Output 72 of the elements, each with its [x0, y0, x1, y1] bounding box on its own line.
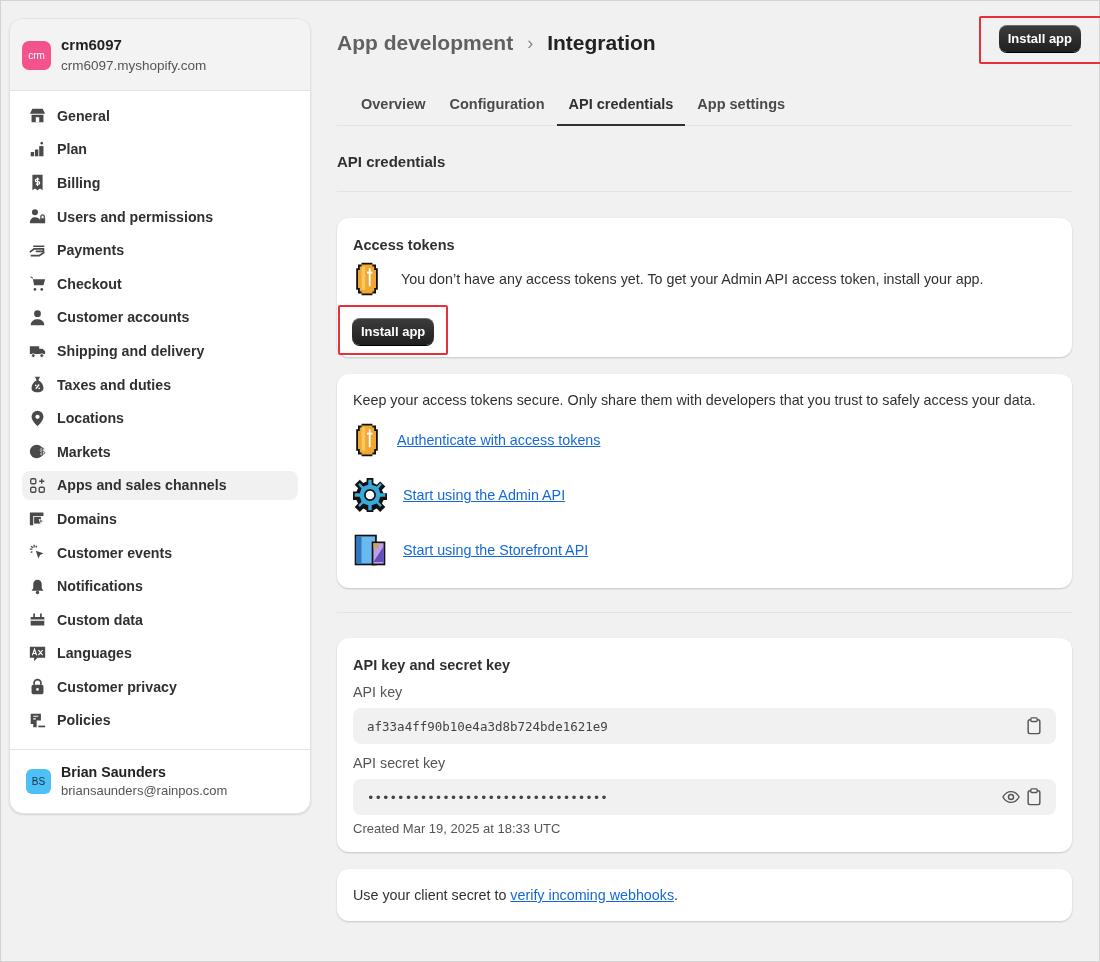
coin-icon — [353, 422, 381, 458]
security-note: Keep your access tokens secure. Only share them with developers that you trust to safely access your data. — [353, 392, 1037, 408]
page-title: Integration — [547, 31, 656, 55]
card-title: Access tokens — [353, 237, 456, 253]
sidebar-item[interactable]: Billing — [22, 168, 298, 198]
card-title: API key and secret key — [353, 657, 512, 673]
sidebar-item[interactable]: Customer events — [22, 537, 298, 568]
document-sign-icon — [29, 712, 46, 729]
sidebar-item[interactable]: Checkout — [22, 268, 298, 299]
sidebar-item[interactable]: Languages — [22, 638, 298, 669]
map-pin-icon — [29, 409, 46, 427]
tab[interactable]: App settings — [685, 90, 798, 126]
doc-link[interactable]: Start using the Admin API — [403, 487, 566, 503]
breadcrumb-link[interactable]: App development — [337, 31, 514, 55]
gear-icon — [353, 478, 387, 512]
install-app-button[interactable]: Install app — [998, 24, 1081, 52]
eye-icon[interactable] — [1002, 788, 1020, 806]
sidebar-item[interactable]: Shipping and delivery — [22, 336, 298, 366]
cart-icon — [29, 275, 46, 293]
webhooks-note: Use your client secret to verify incoming webhooks. — [353, 887, 680, 903]
tab[interactable]: Overview — [349, 90, 438, 126]
person-icon — [29, 308, 46, 326]
sidebar-item[interactable]: Custom data — [22, 604, 298, 635]
empty-state-message: You don’t have any access tokens yet. To get your Admin API access token, install your app. — [401, 271, 984, 287]
breadcrumb-separator: › — [527, 32, 534, 54]
sidebar-item[interactable]: Apps and sales channels — [22, 470, 298, 501]
doc-link[interactable]: Authenticate with access tokens — [397, 432, 601, 448]
store-icon — [29, 107, 46, 125]
sidebar-item[interactable]: Customer privacy — [22, 672, 298, 702]
user-email: briansaunders@rainpos.com — [61, 782, 228, 801]
field-label: API secret key — [353, 755, 447, 771]
translate-icon — [29, 644, 46, 662]
bell-icon — [29, 577, 46, 595]
store-name: crm6097 — [61, 35, 123, 54]
field-label: API key — [353, 684, 404, 700]
sidebar-item[interactable]: General — [22, 101, 298, 131]
user-name: Brian Saunders — [61, 763, 167, 782]
user-avatar: BS — [26, 769, 51, 795]
apps-plus-icon — [29, 476, 46, 494]
store-domain: crm6097.myshopify.com — [61, 57, 207, 75]
install-app-button[interactable]: Install app — [352, 318, 435, 345]
sidebar-item[interactable]: Locations — [22, 403, 298, 433]
users-lock-icon — [29, 208, 46, 226]
secret-key-field[interactable]: •••••••••••••••••••••••••••••••• — [353, 779, 1056, 815]
sidebar-item[interactable]: Markets — [22, 436, 298, 467]
doc-link[interactable]: Start using the Storefront API — [403, 542, 589, 558]
created-timestamp: Created Mar 19, 2025 at 18:33 UTC — [353, 821, 562, 836]
chart-steps-icon — [29, 140, 46, 158]
api-key-field[interactable]: af33a4ff90b10e4a3d8b724bde1621e9 — [353, 708, 1056, 744]
sidebar-item[interactable]: Taxes and duties — [22, 369, 298, 400]
cursor-click-icon — [29, 544, 46, 561]
clipboard-icon[interactable] — [1026, 788, 1042, 806]
sidebar-item[interactable]: Payments — [22, 235, 298, 265]
tab[interactable]: API credentials — [556, 90, 686, 126]
sidebar-item[interactable]: Policies — [22, 705, 298, 736]
money-bag-percent-icon — [29, 376, 46, 394]
sidebar-item[interactable]: Domains — [22, 504, 298, 534]
coin-icon — [353, 261, 381, 297]
sidebar-item[interactable]: Users and permissions — [22, 201, 298, 232]
sidebar-item[interactable]: Customer accounts — [22, 302, 298, 333]
blueprint-drawing-icon — [353, 532, 387, 568]
lock-icon — [29, 678, 46, 696]
field-value: •••••••••••••••••••••••••••••••• — [367, 789, 608, 805]
store-avatar: crm — [22, 40, 51, 70]
field-value: af33a4ff90b10e4a3d8b724bde1621e9 — [367, 718, 608, 734]
sidebar-item[interactable]: Plan — [22, 134, 298, 165]
sidebar-item[interactable]: Notifications — [22, 571, 298, 601]
tab[interactable]: Configuration — [437, 90, 557, 126]
clipboard-icon[interactable] — [1026, 717, 1042, 735]
browser-cursor-icon — [29, 510, 46, 528]
receipt-dollar-icon — [29, 174, 46, 192]
section-title: API credentials — [337, 126, 1072, 192]
